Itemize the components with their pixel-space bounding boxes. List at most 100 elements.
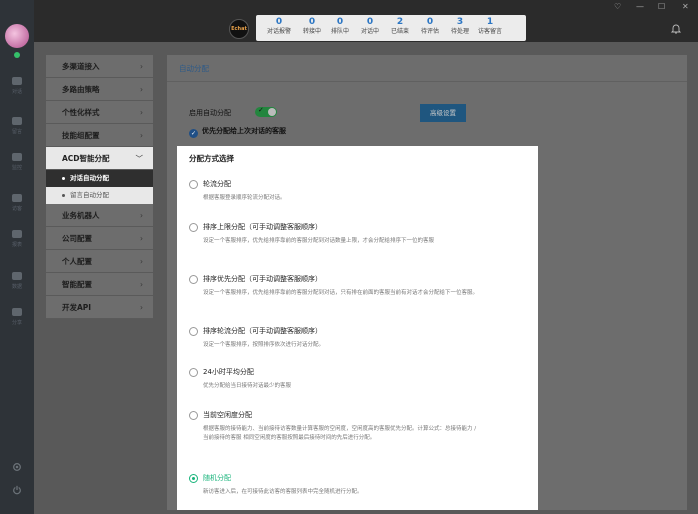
maximize-button[interactable]: ☐ <box>658 2 665 11</box>
menu-item-label: 多渠道接入 <box>62 62 100 71</box>
online-status-dot <box>14 52 20 58</box>
stat-item[interactable]: 1 访客留言 <box>472 17 508 37</box>
check-circle-icon: ✓ <box>189 129 198 138</box>
radio-button[interactable] <box>189 411 198 420</box>
radio-button[interactable] <box>189 327 198 336</box>
bullet-icon <box>62 176 65 180</box>
left-rail: 对话留言监控访客报表数据分享 <box>0 0 34 514</box>
submenu-item-label: 留言自动分配 <box>70 191 109 199</box>
option-name: 轮流分配 <box>203 180 231 188</box>
chevron-right-icon: › <box>140 234 143 243</box>
bell-icon[interactable] <box>671 24 681 34</box>
close-button[interactable]: ✕ <box>682 2 689 11</box>
contact-icon <box>12 194 22 202</box>
rail-item[interactable]: 访客 <box>0 193 34 212</box>
top-bar: Echat 0 对话报警 0 转接中 0 排队中 0 对话中 2 已结束 0 待评估 3 待处理 1 访客留言… <box>34 0 698 42</box>
menu-item-label: 开发API <box>62 303 92 312</box>
rail-item-label: 留言 <box>11 129 22 135</box>
radio-button[interactable] <box>189 275 198 284</box>
card-title: 分配方式选择 <box>189 154 234 163</box>
radio-button[interactable] <box>189 474 198 483</box>
page-title: 自动分配 <box>179 64 209 73</box>
priority-checkbox[interactable]: ✓ 优先分配给上次对话的客服 <box>189 126 286 138</box>
report-icon <box>12 230 22 238</box>
divider <box>167 81 687 82</box>
menu-item-label: 智能配置 <box>62 280 92 289</box>
minimize-button[interactable]: — <box>636 2 644 11</box>
rail-item[interactable]: 分享 <box>0 307 34 326</box>
rail-item-label: 数据 <box>11 284 22 290</box>
menu-item[interactable]: 个性化样式 › <box>46 101 153 124</box>
menu-item-label: 个人配置 <box>62 257 92 266</box>
avatar[interactable] <box>5 24 29 48</box>
rail-item-label: 报表 <box>11 242 22 248</box>
rail-item[interactable]: 监控 <box>0 152 34 171</box>
rail-item-label: 对话 <box>11 89 22 95</box>
assign-method-card: 分配方式选择 轮流分配根据客服登录顺序轮流分配对话。排序上限分配（可手动调整客服… <box>177 146 538 510</box>
enable-toggle[interactable]: ✓ <box>255 106 277 117</box>
menu-item-label: 公司配置 <box>62 234 92 243</box>
option-desc: 优先分配给当日接待对话最少的客服 <box>203 383 292 389</box>
stat-value: 0 <box>275 17 283 27</box>
bar-chart-icon <box>12 272 22 280</box>
option-desc: 设定一个客服排序，优先给排序靠前的客服分配到对话，只有排在前面的客服当前有对话才… <box>203 290 479 296</box>
option-desc: 根据客服的接待能力、当前接待访客数量计算客服的空闲度，空闲度高的客服优先分配。计… <box>203 426 477 441</box>
rail-item-label: 访客 <box>11 206 22 212</box>
chevron-right-icon: › <box>140 131 143 140</box>
brand-logo: Echat <box>229 19 249 39</box>
favorite-icon[interactable]: ♡ <box>614 2 621 11</box>
chevron-right-icon: › <box>140 280 143 289</box>
option-name: 排序上限分配（可手动调整客服顺序） <box>203 223 322 231</box>
power-icon[interactable] <box>0 485 34 495</box>
chevron-right-icon: › <box>140 85 143 94</box>
option-name: 当前空闲度分配 <box>203 411 252 419</box>
stat-value: 1 <box>486 17 494 27</box>
rail-item[interactable]: 数据 <box>0 271 34 290</box>
rail-item-label: 监控 <box>11 165 22 171</box>
submenu-item[interactable]: 留言自动分配 <box>46 187 153 204</box>
rail-item[interactable]: 留言 <box>0 116 34 135</box>
priority-label: 优先分配给上次对话的客服 <box>202 127 286 135</box>
submenu-item-label: 对话自动分配 <box>70 174 109 182</box>
menu-item[interactable]: 技能组配置 › <box>46 124 153 147</box>
menu-item-label: ACD智能分配 <box>62 154 110 163</box>
eye-icon <box>12 153 22 161</box>
menu-item[interactable]: 业务机器人 › <box>46 204 153 227</box>
submenu-item[interactable]: 对话自动分配 <box>46 170 153 187</box>
chevron-right-icon: › <box>140 211 143 220</box>
menu-item[interactable]: 个人配置 › <box>46 250 153 273</box>
check-icon: ✓ <box>258 106 264 114</box>
stat-label: 访客留言 <box>477 28 502 35</box>
radio-button[interactable] <box>189 223 198 232</box>
menu-item[interactable]: 开发API › <box>46 296 153 319</box>
menu-item[interactable]: 智能配置 › <box>46 273 153 296</box>
option-name: 随机分配 <box>203 474 231 482</box>
option-name: 排序优先分配（可手动调整客服顺序） <box>203 275 322 283</box>
share-icon <box>12 308 22 316</box>
toggle-knob <box>268 108 276 116</box>
menu-item[interactable]: 多路由策略 › <box>46 78 153 101</box>
advanced-settings-button[interactable]: 高级设置 <box>420 104 466 122</box>
option-desc: 设定一个客服排序，按照排序依次进行对话分配。 <box>203 342 325 348</box>
rail-item[interactable]: 对话 <box>0 76 34 95</box>
menu-item[interactable]: 多渠道接入 › <box>46 55 153 78</box>
option-desc: 根据客服登录顺序轮流分配对话。 <box>203 195 286 201</box>
menu-item[interactable]: 公司配置 › <box>46 227 153 250</box>
option-desc: 新访客进入后，在可接待此访客的客服列表中完全随机进行分配。 <box>203 489 363 495</box>
menu-item-acd[interactable]: ACD智能分配 ﹀ <box>46 147 153 170</box>
option-name: 24小时平均分配 <box>203 368 254 376</box>
chevron-right-icon: › <box>140 303 143 312</box>
menu-item-label: 技能组配置 <box>62 131 100 140</box>
rail-item[interactable]: 报表 <box>0 229 34 248</box>
stat-item[interactable]: 0 对话报警 <box>261 17 297 37</box>
radio-button[interactable] <box>189 368 198 377</box>
chevron-right-icon: › <box>140 62 143 71</box>
settings-menu: 多渠道接入 › 多路由策略 › 个性化样式 › 技能组配置 › ACD智能分配 ﹀ 对话自动分… <box>46 55 153 319</box>
chevron-right-icon: › <box>140 257 143 266</box>
settings-icon[interactable] <box>0 462 34 472</box>
option-name: 排序轮流分配（可手动调整客服顺序） <box>203 327 322 335</box>
chevron-down-icon: ﹀ <box>135 154 144 163</box>
option-desc: 设定一个客服排序，优先给排序靠前的客服分配到对话数量上限，才会分配给排序下一位的… <box>203 238 435 244</box>
radio-button[interactable] <box>189 180 198 189</box>
stats-bar: 0 对话报警 0 转接中 0 排队中 0 对话中 2 已结束 0 待评估 3 待处理 1 访客留言 <box>256 15 526 41</box>
